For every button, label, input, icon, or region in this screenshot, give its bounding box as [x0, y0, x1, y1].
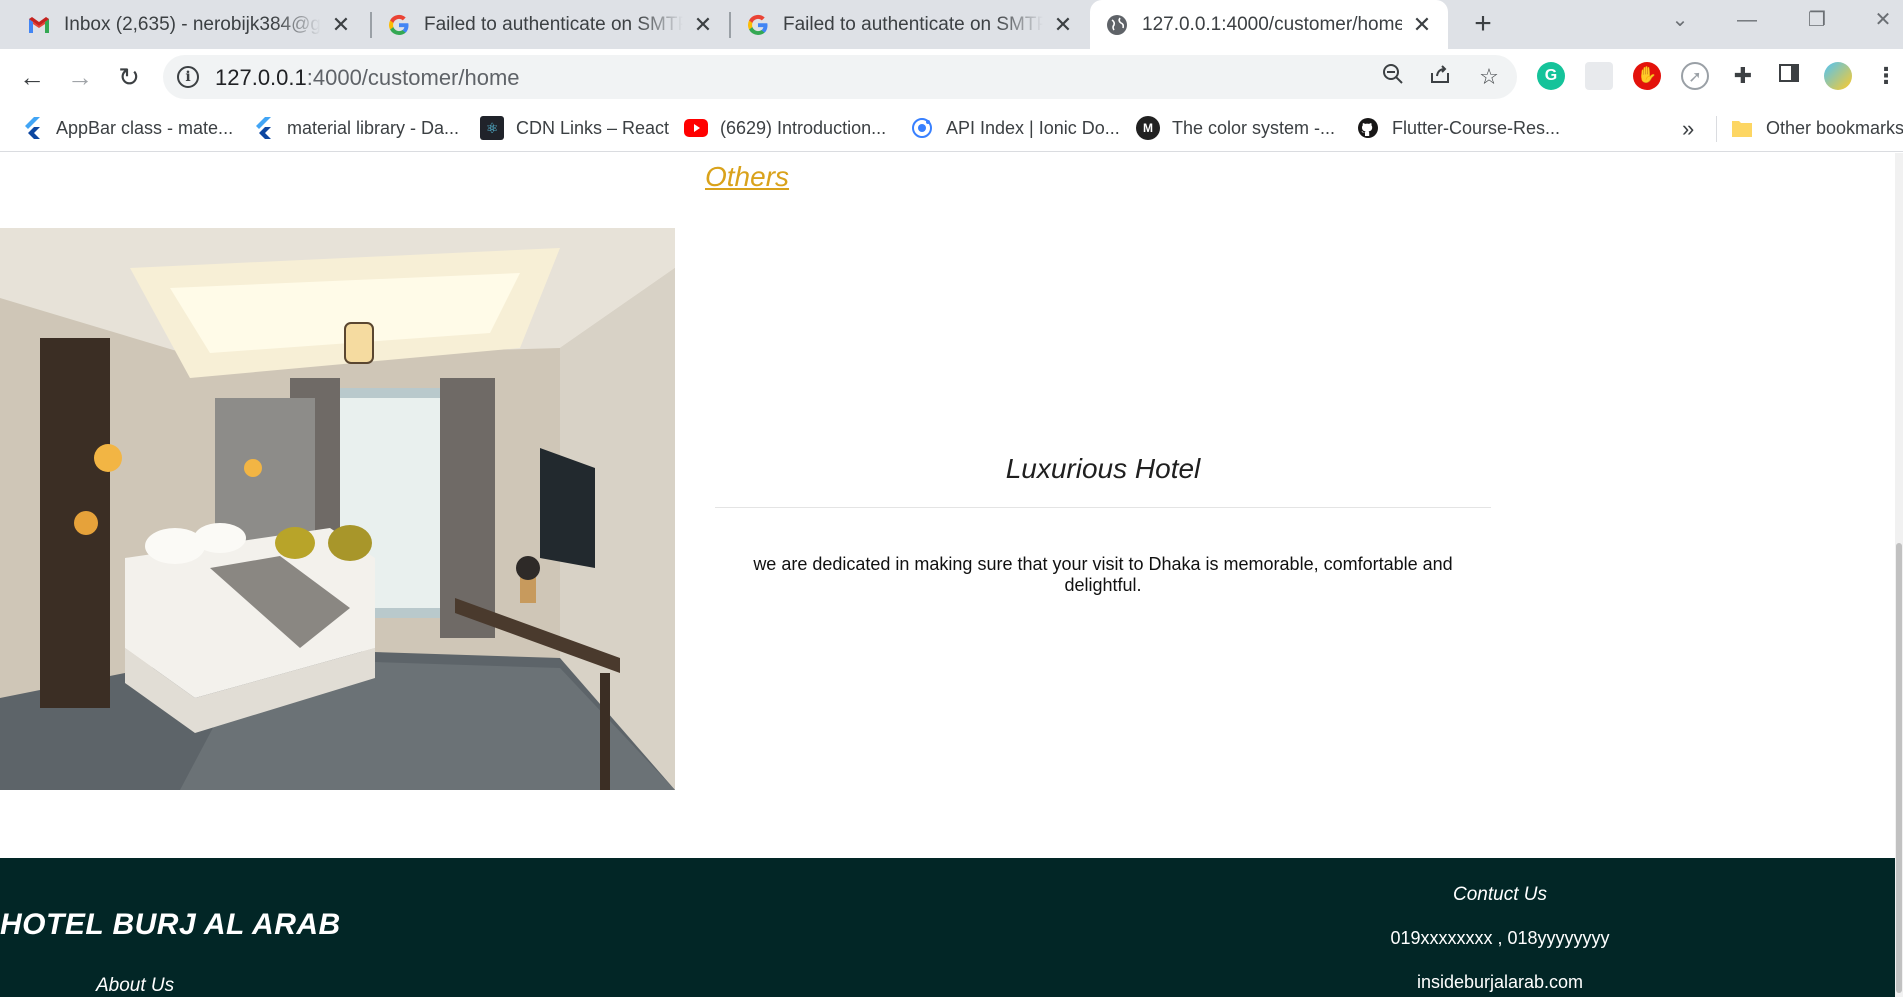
react-icon: ⚛ — [480, 116, 504, 140]
footer-brand[interactable]: HOTEL BURJ AL ARAB — [0, 908, 341, 942]
browser-menu-icon[interactable]: ⋮ — [1872, 62, 1900, 90]
page-scrollbar[interactable] — [1895, 153, 1903, 997]
close-tab-icon[interactable]: ✕ — [1051, 12, 1075, 37]
side-panel-icon[interactable] — [1775, 62, 1803, 90]
adblock-icon[interactable]: ✋ — [1633, 62, 1661, 90]
bookmark-item[interactable]: (6629) Introduction... — [684, 114, 886, 142]
tab-smtp-error-2[interactable]: Failed to authenticate on SMTP server ✕ — [731, 0, 1089, 49]
bookmark-item[interactable]: M The color system -... — [1136, 114, 1335, 142]
divider — [715, 507, 1491, 508]
restore-icon[interactable]: ❐ — [1797, 5, 1837, 35]
flutter-icon — [251, 116, 275, 140]
bookmarks-overflow-icon[interactable]: » — [1682, 116, 1694, 142]
material-icon: M — [1136, 116, 1160, 140]
folder-icon — [1730, 116, 1754, 140]
extensions-puzzle-icon[interactable]: ✚ — [1729, 62, 1757, 90]
minimize-icon[interactable]: — — [1727, 5, 1767, 35]
close-tab-icon[interactable]: ✕ — [1410, 12, 1434, 37]
scrollbar-thumb[interactable] — [1896, 543, 1902, 993]
globe-icon — [1106, 14, 1128, 36]
new-tab-button[interactable]: + — [1466, 8, 1500, 42]
tab-title: 127.0.0.1:4000/customer/home — [1142, 13, 1402, 35]
hotel-room-image — [0, 228, 675, 790]
reload-icon[interactable]: ↻ — [109, 57, 149, 97]
url-text[interactable]: 127.0.0.1:4000/customer/home — [215, 65, 520, 91]
page-content: Others Luxurious Hotel we are dedicated … — [0, 153, 1895, 997]
google-icon — [747, 14, 769, 36]
bookmarks-divider — [1716, 116, 1717, 142]
tab-title: Inbox (2,635) - nerobijk384@gmail.com — [64, 13, 321, 35]
hero-title: Luxurious Hotel — [1005, 453, 1201, 484]
forward-icon[interactable]: → — [60, 57, 100, 97]
browser-toolbar: ← → ↻ i 127.0.0.1:4000/customer/home ☆ G… — [0, 49, 1903, 104]
site-info-icon[interactable]: i — [177, 66, 199, 88]
share-icon[interactable] — [1426, 63, 1454, 91]
gmail-icon — [28, 14, 50, 36]
tab-customer-home[interactable]: 127.0.0.1:4000/customer/home ✕ — [1090, 0, 1448, 49]
extension-grid-icon[interactable] — [1585, 62, 1613, 90]
hero-description: we are dedicated in making sure that you… — [753, 554, 1453, 595]
youtube-icon — [684, 116, 708, 140]
address-bar[interactable]: i 127.0.0.1:4000/customer/home ☆ — [163, 55, 1517, 99]
bookmark-star-icon[interactable]: ☆ — [1475, 63, 1503, 91]
back-icon[interactable]: ← — [12, 57, 52, 97]
ionic-icon — [910, 116, 934, 140]
other-bookmarks[interactable]: Other bookmarks — [1730, 114, 1903, 142]
contact-website: insideburjalarab.com — [1416, 972, 1584, 992]
close-tab-icon[interactable]: ✕ — [329, 12, 353, 37]
site-footer: HOTEL BURJ AL ARAB About Us Contuct Us 0… — [0, 858, 1895, 997]
grammarly-icon[interactable]: G — [1537, 62, 1565, 90]
about-us-link[interactable]: About Us — [96, 975, 174, 997]
profile-avatar[interactable] — [1824, 62, 1852, 90]
tab-search-icon[interactable]: ⌄ — [1660, 5, 1700, 35]
close-tab-icon[interactable]: ✕ — [691, 12, 715, 37]
tab-title: Failed to authenticate on SMTP server — [783, 13, 1043, 35]
google-icon — [388, 14, 410, 36]
tab-smtp-error-1[interactable]: Failed to authenticate on SMTP server ✕ — [372, 0, 729, 49]
bookmarks-bar: AppBar class - mate... material library … — [0, 104, 1903, 152]
contact-title: Contuct Us — [1453, 884, 1547, 905]
compass-extension-icon[interactable]: ➚ — [1681, 62, 1709, 90]
tab-strip: Inbox (2,635) - nerobijk384@gmail.com ✕ … — [0, 0, 1903, 49]
bookmark-item[interactable]: ⚛ CDN Links – React — [480, 114, 669, 142]
tab-title: Failed to authenticate on SMTP server — [424, 13, 683, 35]
github-icon — [1356, 116, 1380, 140]
close-window-icon[interactable]: ✕ — [1866, 5, 1900, 35]
flutter-icon — [20, 116, 44, 140]
bookmark-item[interactable]: Flutter-Course-Res... — [1356, 114, 1560, 142]
zoom-icon[interactable] — [1379, 63, 1407, 91]
bookmark-item[interactable]: AppBar class - mate... — [20, 114, 233, 142]
bookmark-item[interactable]: API Index | Ionic Do... — [910, 114, 1120, 142]
tab-gmail-inbox[interactable]: Inbox (2,635) - nerobijk384@gmail.com ✕ — [12, 0, 367, 49]
contact-phone: 019xxxxxxxx , 018yyyyyyyy — [1390, 928, 1610, 948]
others-link[interactable]: Others — [705, 161, 789, 193]
bookmark-item[interactable]: material library - Da... — [251, 114, 459, 142]
